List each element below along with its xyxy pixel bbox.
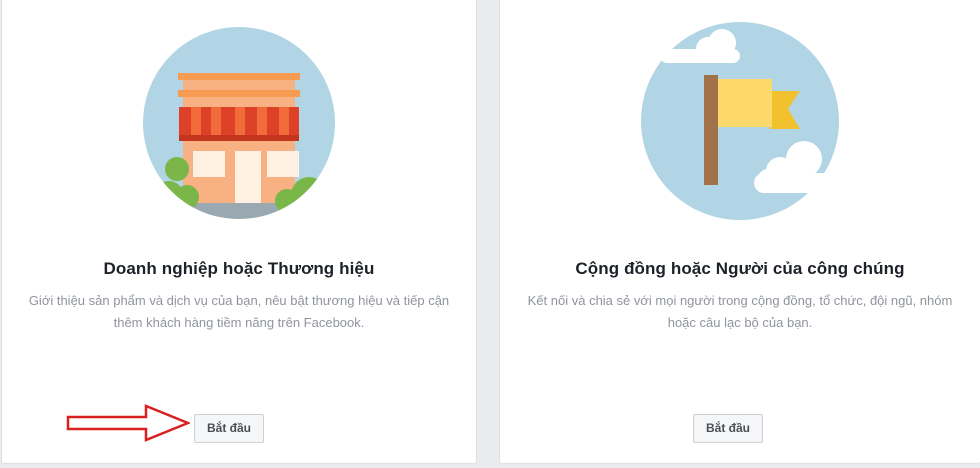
card-title: Doanh nghiệp hoặc Thương hiệu xyxy=(103,259,375,278)
start-button[interactable]: Bắt đầu xyxy=(194,414,265,443)
card-description: Giới thiệu sản phẩm và dịch vụ của bạn, … xyxy=(28,293,450,330)
community-public-figure-card[interactable]: Cộng đồng hoặc Người của công chúng Kết … xyxy=(499,0,980,464)
storefront-icon xyxy=(139,23,339,223)
start-button[interactable]: Bắt đầu xyxy=(693,414,764,443)
business-brand-card[interactable]: Doanh nghiệp hoặc Thương hiệu Giới thiệu… xyxy=(1,0,477,464)
card-description: Kết nối và chia sẻ với mọi người trong c… xyxy=(527,293,953,330)
flag-icon xyxy=(640,21,854,221)
card-title: Cộng đồng hoặc Người của công chúng xyxy=(575,259,905,278)
red-outline-arrow-icon xyxy=(66,404,190,442)
